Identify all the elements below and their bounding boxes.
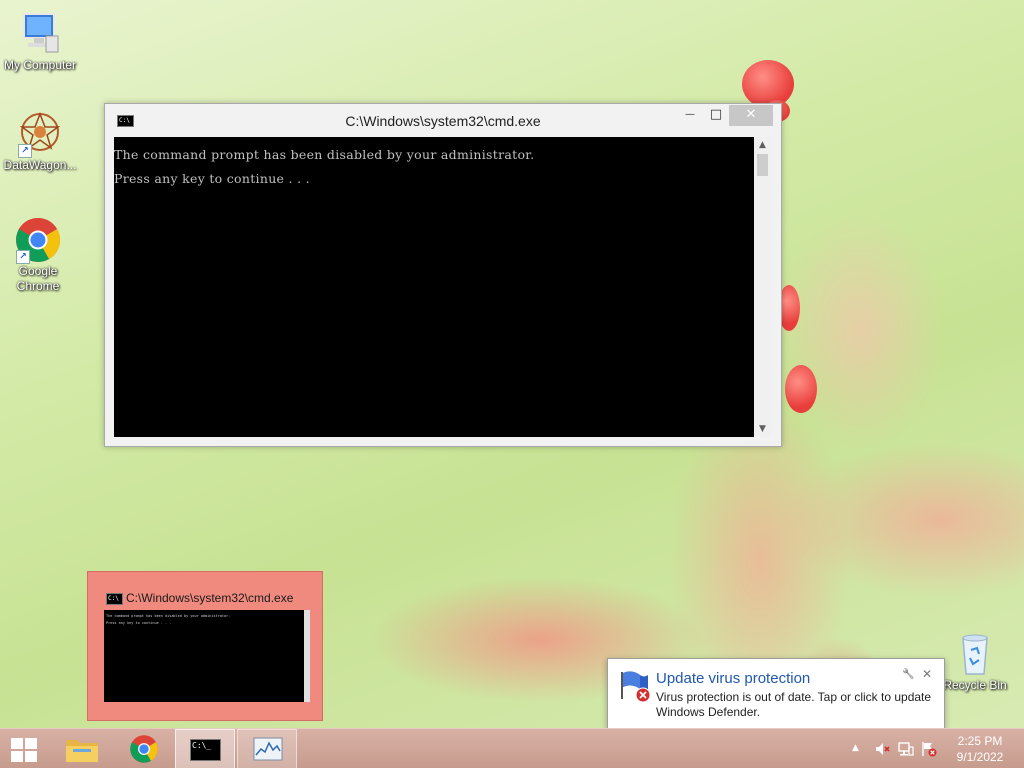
windows-defender-flag-icon [618,669,652,703]
close-button[interactable]: ✕ [729,105,773,126]
console-output[interactable]: The command prompt has been disabled by … [114,137,754,437]
taskbar: C:\_ ▲ 2:25 PM 9/1/2022 [0,728,1024,768]
cmd-icon: C:\_ [190,739,221,761]
console-line: Press any key to continue . . . [114,171,310,186]
thumbnail-line: The command prompt has been disabled by … [106,614,231,618]
minimize-button[interactable]: — [677,105,703,126]
notification-body[interactable]: Virus protection is out of date. Tap or … [656,690,938,720]
shortcut-arrow-icon: ↗ [16,250,30,264]
scroll-up-arrow-icon[interactable]: ▲ [754,137,771,153]
desktop-icon-label: Recycle Bin [943,678,1007,692]
action-center-flag-icon[interactable] [921,741,937,760]
notification-close-button[interactable]: ✕ [922,667,932,681]
network-icon[interactable] [898,741,914,760]
clock-time: 2:25 PM [957,734,1003,748]
taskbar-chrome[interactable] [114,729,174,768]
datawagon-icon: ↗ [16,110,64,158]
desktop-icon-label: Google Chrome [16,264,60,293]
desktop-icon-google-chrome[interactable]: ↗ Google Chrome [0,216,78,294]
system-clock[interactable]: 2:25 PM 9/1/2022 [944,733,1016,765]
desktop-icon-recycle-bin[interactable]: Recycle Bin [935,630,1015,693]
thumbnail-title: C:\Windows\system32\cmd.exe [126,591,294,605]
scrollbar-thumb[interactable] [757,154,768,176]
vertical-scrollbar[interactable]: ▲ ▼ [754,137,771,437]
thumbnail-screen: The command prompt has been disabled by … [104,610,310,702]
desktop-icon-my-computer[interactable]: My Computer [0,10,80,73]
taskbar-cmd[interactable]: C:\_ [175,729,235,768]
desktop-icon-datawagon[interactable]: ↗ DataWagon... [0,110,80,173]
notification-balloon[interactable]: Update virus protection Virus protection… [607,658,945,738]
thumbnail-line: Press any key to continue . . . [106,621,172,625]
wallpaper-bud [785,365,817,413]
speaker-muted-icon[interactable] [874,741,890,760]
taskbar-performance-monitor[interactable] [237,729,297,768]
desktop-icon-label: My Computer [3,58,77,72]
scroll-down-arrow-icon[interactable]: ▼ [754,421,771,437]
start-button[interactable] [0,729,50,768]
notification-settings-icon[interactable]: 🔧 [902,669,914,680]
desktop-icon-label: DataWagon... [3,158,77,172]
chrome-icon: ↗ [14,216,62,264]
wallpaper-bud [742,60,794,108]
performance-monitor-icon [253,737,283,767]
folder-icon [65,735,99,763]
clock-date: 9/1/2022 [956,750,1004,764]
maximize-button[interactable]: □ [703,105,729,126]
console-line: The command prompt has been disabled by … [114,147,535,162]
cmd-window[interactable]: C:\ C:\Windows\system32\cmd.exe — □ ✕ Th… [104,103,782,447]
chrome-icon [129,734,159,768]
show-hidden-icons-arrow-icon[interactable]: ▲ [852,743,859,753]
cmd-window-icon: C:\ [106,593,123,605]
taskbar-thumbnail-preview[interactable]: C:\ C:\Windows\system32\cmd.exe The comm… [87,571,323,721]
taskbar-file-explorer[interactable] [52,729,112,768]
desktop: My Computer ↗ DataWagon... ↗ Google Chro… [0,0,1024,768]
recycle-bin-icon [951,630,999,678]
shortcut-arrow-icon: ↗ [18,144,32,158]
windows-logo-icon [11,738,39,762]
computer-icon [16,10,64,58]
window-titlebar[interactable]: C:\ C:\Windows\system32\cmd.exe — □ ✕ [105,104,781,138]
notification-title[interactable]: Update virus protection [656,670,810,687]
